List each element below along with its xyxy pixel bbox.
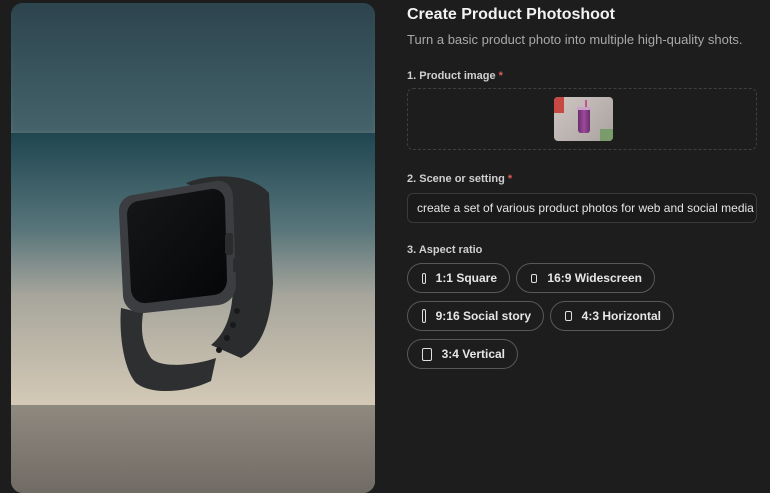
scene-label: 2. Scene or setting *	[407, 173, 512, 185]
square-icon	[422, 272, 426, 284]
horizontal-icon	[565, 311, 572, 321]
thumbnail-background-object	[554, 97, 564, 113]
aspect-9-16-button[interactable]: 9:16 Social story	[407, 301, 544, 331]
required-mark: *	[507, 173, 513, 185]
product-image-label: 1. Product image *	[407, 70, 503, 82]
aspect-option-label: 3:4 Vertical	[441, 347, 505, 361]
aspect-option-label: 1:1 Square	[435, 271, 497, 285]
aspect-option-label: 4:3 Horizontal	[581, 309, 661, 323]
thumbnail-lid	[577, 107, 591, 110]
scene-label-text: 2. Scene or setting	[407, 173, 505, 185]
widescreen-icon	[531, 273, 538, 283]
page-title: Create Product Photoshoot	[407, 6, 616, 23]
preview-blurred-top	[11, 3, 375, 133]
aspect-ratio-label: 3. Aspect ratio	[407, 244, 483, 256]
thumbnail-background-object	[600, 129, 613, 141]
page-subtitle: Turn a basic product photo into multiple…	[407, 32, 743, 47]
required-mark: *	[498, 70, 503, 82]
vertical-icon	[422, 347, 432, 361]
aspect-option-label: 9:16 Social story	[435, 309, 531, 323]
aspect-4-3-button[interactable]: 4:3 Horizontal	[550, 301, 674, 331]
aspect-1-1-button[interactable]: 1:1 Square	[407, 263, 510, 293]
aspect-option-label: 16:9 Widescreen	[547, 271, 642, 285]
scene-input[interactable]: create a set of various product photos f…	[407, 193, 757, 223]
product-image-label-text: 1. Product image	[407, 70, 496, 82]
aspect-16-9-button[interactable]: 16:9 Widescreen	[516, 263, 655, 293]
portrait-icon	[422, 309, 426, 323]
thumbnail-cup	[578, 107, 590, 133]
product-image-dropzone[interactable]	[407, 88, 757, 150]
product-preview-image	[11, 3, 375, 493]
smartwatch-image	[11, 133, 375, 405]
product-image-thumbnail[interactable]	[554, 97, 613, 141]
aspect-3-4-button[interactable]: 3:4 Vertical	[407, 339, 518, 369]
